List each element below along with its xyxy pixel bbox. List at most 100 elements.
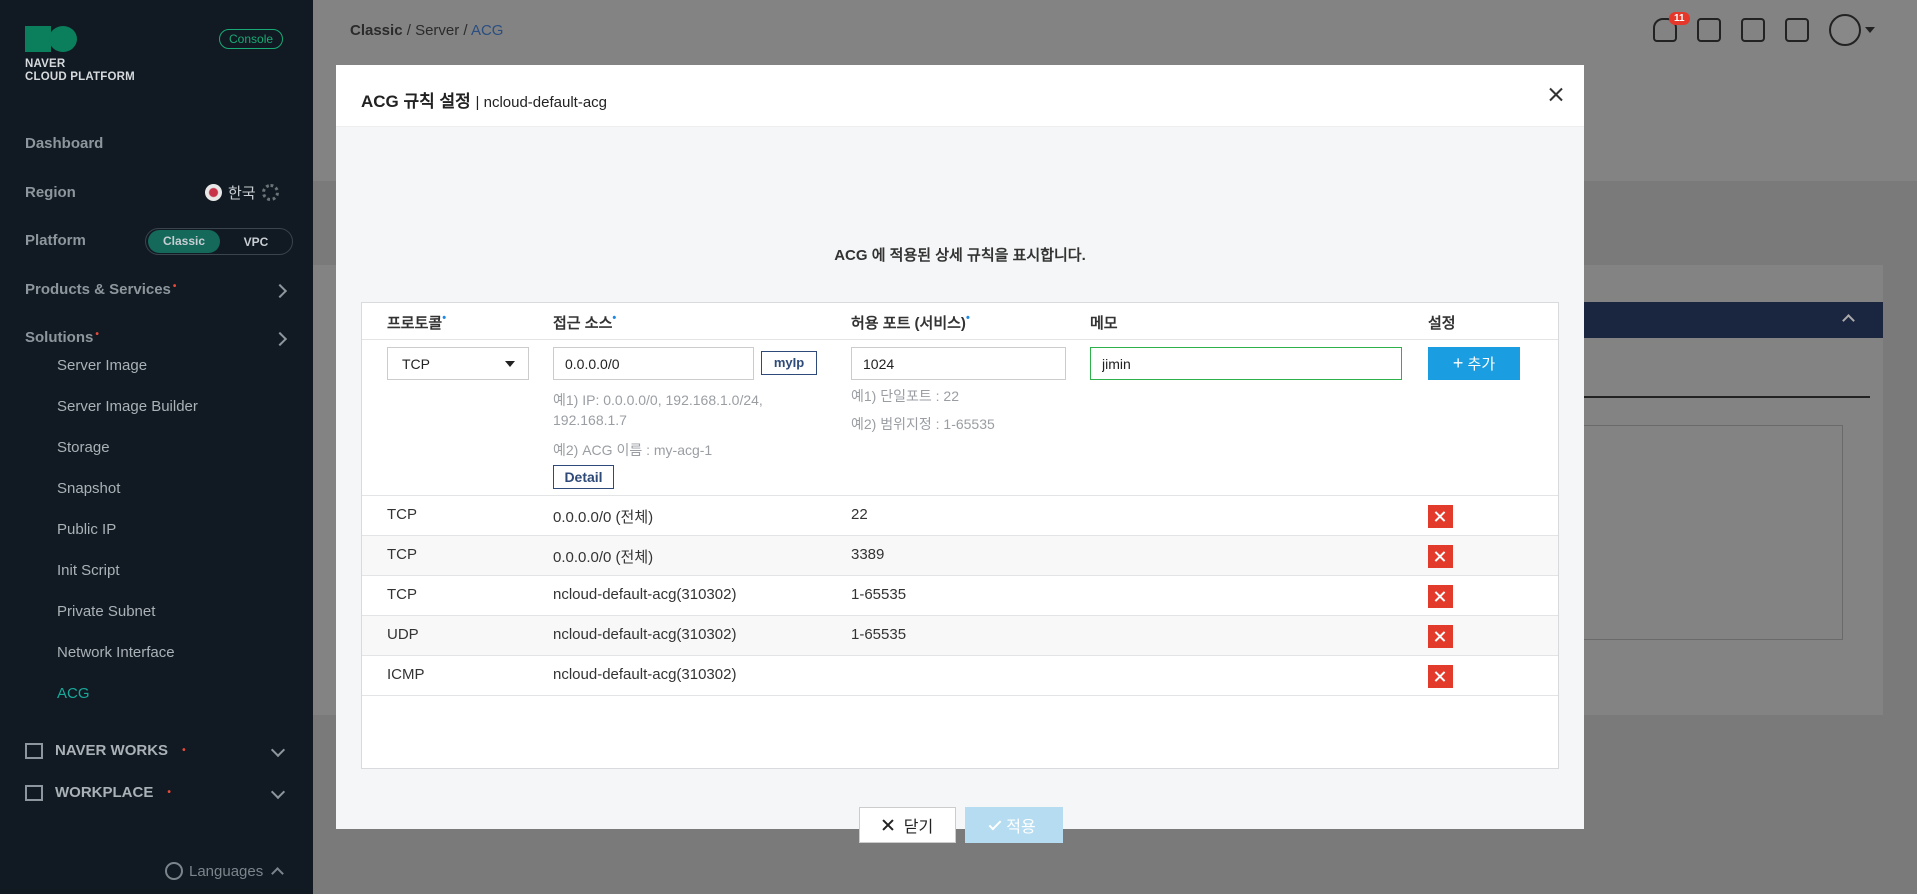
table-row: TCP 0.0.0.0/0 (전체) 3389 (362, 536, 1558, 576)
close-icon[interactable] (1546, 85, 1566, 105)
rule-protocol: TCP (387, 546, 417, 563)
sidebar-item-server-image[interactable]: Server Image (57, 356, 198, 397)
sidebar-item-dashboard[interactable]: Dashboard (25, 135, 103, 152)
caret-down-icon (1865, 27, 1875, 33)
myip-button[interactable]: myIp (761, 351, 817, 375)
sidebar-section-workplace[interactable]: WORKPLACE • (25, 784, 171, 801)
sidebar-item-public-ip[interactable]: Public IP (57, 520, 198, 561)
protocol-select[interactable]: TCP (387, 347, 529, 380)
languages-label: Languages (189, 862, 264, 880)
caret-down-icon (505, 361, 515, 367)
naver-works-label: NAVER WORKS (55, 742, 169, 759)
platform-option-vpc[interactable]: VPC (220, 235, 292, 249)
sidebar-item-storage[interactable]: Storage (57, 438, 198, 479)
col-protocol: 프로토콜• (387, 312, 446, 333)
table-row: TCP 0.0.0.0/0 (전체) 22 (362, 496, 1558, 536)
chevron-right-icon (272, 331, 288, 347)
region-value: 한국 (228, 185, 256, 202)
breadcrumb-server[interactable]: Server (415, 22, 459, 39)
breadcrumb-classic[interactable]: Classic (350, 22, 403, 39)
account-menu[interactable] (1829, 14, 1875, 46)
server-submenu: Server Image Server Image Builder Storag… (57, 356, 198, 725)
detail-button[interactable]: Detail (553, 465, 614, 489)
region-selector[interactable]: 한국 (205, 182, 279, 203)
chevron-down-icon[interactable] (270, 742, 286, 758)
sidebar-item-snapshot[interactable]: Snapshot (57, 479, 198, 520)
gear-icon[interactable] (261, 184, 279, 201)
check-icon (988, 817, 1002, 830)
chat-icon[interactable] (1697, 18, 1721, 42)
port-hint-single: 예1) 단일포트 : 22 (851, 388, 959, 404)
memo-input[interactable] (1090, 347, 1402, 380)
apply-button-label: 적용 (1006, 819, 1036, 836)
port-input[interactable] (851, 347, 1066, 380)
source-hint-acg: 예2) ACG 이름 : my-acg-1 (553, 442, 713, 458)
sidebar-item-init-script[interactable]: Init Script (57, 561, 198, 602)
rule-source: ncloud-default-acg(310302) (553, 666, 737, 683)
close-button-label: 닫기 (903, 819, 934, 836)
col-port-label: 허용 포트 (서비스) (851, 315, 966, 332)
add-rule-button[interactable]: + 추가 (1428, 347, 1520, 380)
rule-port: 3389 (851, 546, 885, 563)
sidebar-item-network-interface[interactable]: Network Interface (57, 643, 198, 684)
sidebar-item-solutions[interactable]: Solutions • (25, 329, 99, 346)
rule-protocol: UDP (387, 626, 419, 643)
sidebar-item-private-subnet[interactable]: Private Subnet (57, 602, 198, 643)
rule-source: 0.0.0.0/0 (전체) (553, 509, 654, 526)
sidebar-section-naver-works[interactable]: NAVER WORKS • (25, 742, 186, 759)
col-port: 허용 포트 (서비스)• (851, 312, 970, 333)
acg-rule-modal: ACG 규칙 설정 | ncloud-default-acg ACG 에 적용된… (336, 65, 1584, 843)
apply-button[interactable]: 적용 (965, 807, 1063, 843)
platform-option-classic[interactable]: Classic (148, 230, 220, 253)
chevron-up-icon (271, 867, 285, 880)
solutions-label: Solutions (25, 329, 94, 346)
new-dot: • (172, 281, 177, 292)
protocol-select-value: TCP (402, 356, 430, 372)
port-hint-range: 예2) 범위지정 : 1-65535 (851, 416, 995, 432)
delete-rule-button[interactable] (1428, 665, 1453, 688)
chevron-up-icon (1842, 314, 1855, 327)
new-dot: • (182, 745, 186, 756)
delete-rule-button[interactable] (1428, 545, 1453, 568)
chevron-right-icon (272, 283, 288, 299)
background-box (1583, 425, 1843, 640)
modal-description: ACG 에 적용된 상세 규칙을 표시합니다. (834, 247, 1086, 264)
delete-rule-button[interactable] (1428, 585, 1453, 608)
required-marker: • (612, 312, 617, 324)
console-badge[interactable]: Console (219, 29, 284, 49)
modal-header: ACG 규칙 설정 | ncloud-default-acg (336, 65, 1584, 127)
sidebar-item-acg[interactable]: ACG (57, 684, 198, 725)
korea-flag-icon (205, 184, 222, 201)
rules-table: 프로토콜• 접근 소스• 허용 포트 (서비스)• 메모 설정 TCP myIp… (361, 302, 1559, 769)
new-dot: • (95, 329, 99, 340)
background-divider (1583, 396, 1870, 398)
info-icon[interactable] (1785, 18, 1809, 42)
modal-subtitle: | ncloud-default-acg (475, 94, 608, 111)
rule-source: ncloud-default-acg(310302) (553, 626, 737, 643)
rule-port: 1-65535 (851, 626, 907, 643)
source-input[interactable] (553, 347, 754, 380)
required-marker: • (965, 312, 970, 324)
sidebar-item-server-image-builder[interactable]: Server Image Builder (57, 397, 198, 438)
edit-icon[interactable] (1741, 18, 1765, 42)
col-protocol-label: 프로토콜 (387, 315, 443, 332)
languages-selector[interactable]: Languages (165, 862, 285, 880)
breadcrumb: Classic / Server / ACG (350, 22, 504, 39)
delete-rule-button[interactable] (1428, 625, 1453, 648)
workplace-icon (25, 784, 43, 801)
close-button[interactable]: 닫기 (859, 807, 956, 843)
platform-label: Platform (25, 232, 86, 249)
delete-rule-button[interactable] (1428, 505, 1453, 528)
works-icon (25, 742, 43, 759)
new-rule-form: TCP myIp + 추가 예1) IP: 0.0.0.0/0, 192.168… (362, 340, 1558, 496)
close-icon (882, 819, 894, 831)
bell-icon[interactable]: 11 (1653, 12, 1690, 42)
required-marker: • (442, 312, 447, 324)
background-header-bar (1583, 302, 1883, 338)
chevron-down-icon[interactable] (270, 784, 286, 800)
platform-toggle[interactable]: Classic VPC (145, 228, 293, 255)
sidebar-item-products[interactable]: Products & Services • (25, 281, 176, 298)
table-row: ICMP ncloud-default-acg(310302) (362, 656, 1558, 696)
naver-cloud-logo[interactable]: NAVER CLOUD PLATFORM (25, 26, 135, 84)
workplace-label: WORKPLACE (55, 784, 154, 801)
